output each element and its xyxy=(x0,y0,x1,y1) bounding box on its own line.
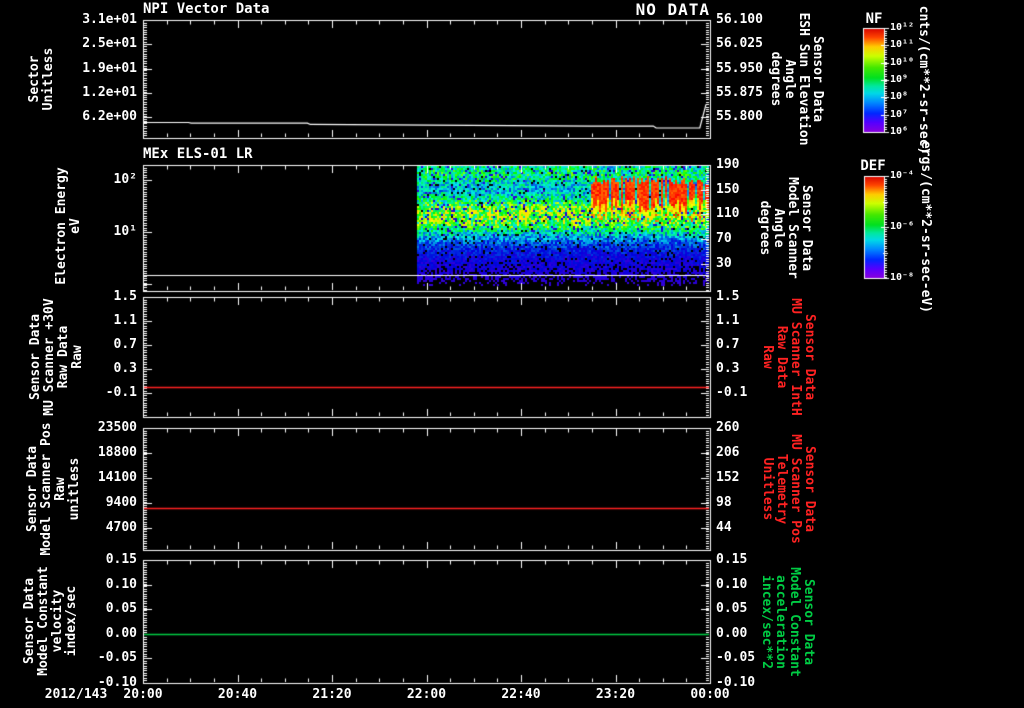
y-tick-label-left: 0.3 xyxy=(113,361,137,376)
colorbar-nf-unit-label: cnts/(cm**2-sr-sec) xyxy=(916,5,931,155)
y-tick-label-right: 55.875 xyxy=(716,84,763,100)
y-tick-label-right: -0.05 xyxy=(716,650,756,666)
y-tick-label-left: 1.9e+01 xyxy=(82,60,137,76)
x-tick-label: 20:00 xyxy=(123,687,163,702)
y-tick-label-left: 9400 xyxy=(105,495,137,510)
y-tick-label-left: 6.2e+00 xyxy=(82,109,137,124)
y-tick-label-left: 14100 xyxy=(97,470,137,485)
colorbar-def-unit-label: ergs/(cm**2-sr-sec-eV) xyxy=(918,140,933,314)
y-tick-label-right: 150 xyxy=(716,181,740,197)
y-tick-label-right: 0.3 xyxy=(716,361,740,376)
y-tick-label-left: 0.00 xyxy=(105,625,137,641)
x-tick-label: 22:40 xyxy=(501,687,541,702)
x-tick-label: 20:40 xyxy=(217,687,258,702)
colorbar-tick-label: 10⁷ xyxy=(890,108,909,120)
y-tick-label-left: -0.05 xyxy=(97,650,137,666)
y-tick-label-left: 0.7 xyxy=(113,337,137,352)
y-tick-label-right: 55.950 xyxy=(716,60,763,76)
colorbar-tick-label: 10⁻⁶ xyxy=(890,221,915,232)
y-tick-label-right: 0.15 xyxy=(716,552,748,567)
colorbar-tick-label: 10⁶ xyxy=(890,126,909,137)
y-tick-label-right: 98 xyxy=(716,495,732,510)
y-tick-label-right: 55.800 xyxy=(716,109,763,124)
colorbar-nf-title: NF xyxy=(865,11,883,27)
y-tick-label-left: 3.1e+01 xyxy=(82,12,137,27)
x-tick-label: 00:00 xyxy=(690,687,730,702)
colorbar-def-title: DEF xyxy=(860,158,886,174)
x-tick-label: 21:20 xyxy=(312,687,352,702)
y-tick-label-right: 56.025 xyxy=(716,36,763,52)
npi-right-axis-label: Sensor Data ESH Sun Elevation Angle degr… xyxy=(768,12,825,146)
x-tick-label: 22:00 xyxy=(406,687,447,702)
npi-left-axis-label: Sector Unitless xyxy=(27,47,56,111)
y-tick-label-left: 23500 xyxy=(97,420,137,435)
panel-els-title: MEx ELS-01 LR xyxy=(143,146,253,162)
y-tick-label-right: 1.5 xyxy=(716,289,740,304)
colorbar-tick-label: 10¹² xyxy=(890,22,915,33)
y-tick-label-right: 0.00 xyxy=(716,625,748,641)
y-tick-label-left: 18800 xyxy=(97,445,137,460)
y-tick-label-right: 0.7 xyxy=(716,337,740,352)
plot-canvas xyxy=(0,0,1024,708)
colorbar-tick-label: 10⁹ xyxy=(890,74,909,85)
y-tick-label-right: -0.1 xyxy=(716,385,748,400)
y-tick-label-left: -0.1 xyxy=(105,385,137,400)
y-tick-label-right: 110 xyxy=(716,206,740,222)
y-tick-label-right: 190 xyxy=(716,157,740,172)
no-data-status: NO DATA xyxy=(635,0,710,19)
science-plot-dashboard: NPI Vector Data NO DATA MEx ELS-01 LR Se… xyxy=(0,0,1024,708)
y-tick-label-right: 152 xyxy=(716,470,740,485)
y-tick-label-left: 0.10 xyxy=(105,576,137,592)
y-tick-label-right: 44 xyxy=(716,520,732,535)
y-tick-label-left: 10² xyxy=(113,172,137,187)
y-tick-label-right: 1.1 xyxy=(716,313,740,328)
colorbar-tick-label: 10¹⁰ xyxy=(890,56,915,68)
colorbar-tick-label: 10⁸ xyxy=(890,91,909,103)
y-tick-label-right: 70 xyxy=(716,230,732,246)
colorbar-tick-label: 10⁻⁸ xyxy=(890,272,915,283)
x-tick-label: 23:20 xyxy=(595,687,636,702)
y-tick-label-right: 0.10 xyxy=(716,576,748,592)
y-tick-label-right: 206 xyxy=(716,445,740,460)
y-tick-label-right: 56.100 xyxy=(716,12,763,27)
y-tick-label-left: 10¹ xyxy=(113,224,137,239)
y-tick-label-right: 30 xyxy=(716,255,732,271)
colorbar-tick-label: 10⁻⁴ xyxy=(890,170,915,181)
y-tick-label-left: 1.5 xyxy=(113,289,137,304)
y-tick-label-left: 0.15 xyxy=(105,552,137,567)
y-tick-label-left: 2.5e+01 xyxy=(82,36,137,52)
panel-npi-title: NPI Vector Data xyxy=(143,1,270,17)
y-tick-label-right: 260 xyxy=(716,420,740,435)
colorbar-tick-label: 10¹¹ xyxy=(890,39,915,51)
y-tick-label-left: 4700 xyxy=(105,520,137,535)
y-tick-label-left: 1.1 xyxy=(113,313,137,328)
y-tick-label-left: 1.2e+01 xyxy=(82,84,137,100)
y-tick-label-right: 0.05 xyxy=(716,601,748,617)
y-tick-label-left: 0.05 xyxy=(105,601,137,617)
